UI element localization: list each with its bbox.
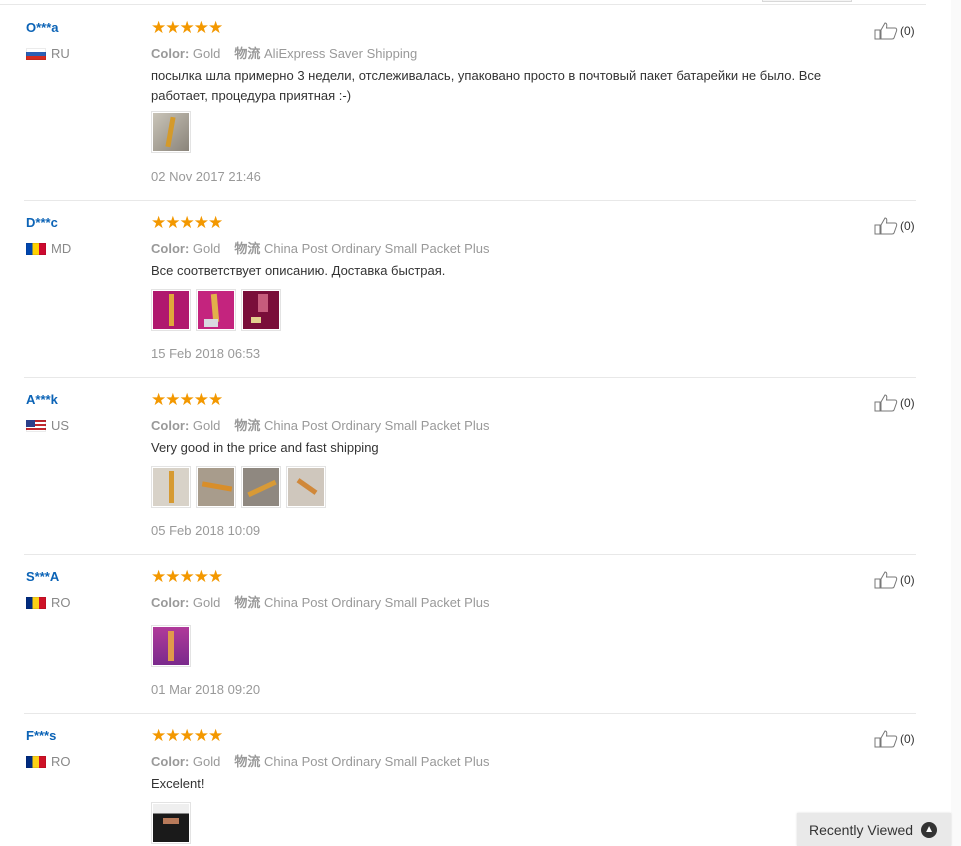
review-photos — [151, 802, 196, 844]
review-date: 02 Nov 2017 21:46 — [151, 169, 261, 184]
order-meta: Color: Gold 物流 China Post Ordinary Small … — [151, 751, 489, 770]
helpful-count: (0) — [900, 573, 915, 587]
recently-viewed-button[interactable]: Recently Viewed ▲ — [797, 813, 951, 846]
reviewer-name[interactable]: F***s — [26, 728, 56, 743]
helpful-button[interactable]: (0) — [874, 22, 915, 40]
helpful-button[interactable]: (0) — [874, 571, 915, 589]
color-label: Color: — [151, 241, 190, 256]
shipping-label: 物流 — [234, 595, 261, 610]
review-photos — [151, 111, 196, 153]
reviewer-name[interactable]: A***k — [26, 392, 58, 407]
chevron-up-icon: ▲ — [921, 821, 938, 838]
color-value: Gold — [192, 241, 221, 256]
shipping-value: AliExpress Saver Shipping — [264, 46, 418, 61]
review-photo[interactable] — [241, 289, 281, 331]
top-partial-button[interactable] — [762, 0, 852, 2]
country-code: RU — [51, 46, 70, 61]
shipping-label: 物流 — [234, 418, 261, 433]
reviewer-name[interactable]: D***c — [26, 215, 58, 230]
helpful-count: (0) — [900, 396, 915, 410]
order-meta: Color: Gold 物流 China Post Ordinary Small … — [151, 415, 489, 434]
review-photo[interactable] — [196, 289, 236, 331]
shipping-label: 物流 — [234, 754, 261, 769]
thumbs-up-icon — [874, 394, 898, 412]
review-photos — [151, 466, 331, 508]
review-text: Все соответствует описанию. Доставка быс… — [151, 263, 446, 278]
color-value: Gold — [192, 595, 221, 610]
review-divider — [24, 200, 916, 201]
flag-ro-icon — [26, 755, 46, 768]
flag-md-icon — [26, 242, 46, 255]
color-label: Color: — [151, 754, 190, 769]
color-value: Gold — [192, 46, 221, 61]
reviewer-name[interactable]: O***a — [26, 20, 59, 35]
review-divider — [24, 377, 916, 378]
review-divider — [24, 554, 916, 555]
helpful-count: (0) — [900, 732, 915, 746]
thumbs-up-icon — [874, 22, 898, 40]
thumbs-up-icon — [874, 217, 898, 235]
review-photos — [151, 625, 196, 667]
shipping-value: China Post Ordinary Small Packet Plus — [264, 241, 490, 256]
recently-viewed-label: Recently Viewed — [809, 821, 914, 838]
flag-us-icon — [26, 419, 46, 432]
review-photo[interactable] — [151, 466, 191, 508]
review-photo[interactable] — [196, 466, 236, 508]
color-label: Color: — [151, 418, 190, 433]
order-meta: Color: Gold 物流 AliExpress Saver Shipping — [151, 43, 417, 62]
thumbs-up-icon — [874, 730, 898, 748]
star-rating: ★★★★★ — [151, 390, 223, 409]
reviewer-country: RO — [26, 595, 71, 610]
reviewer-name[interactable]: S***A — [26, 569, 59, 584]
helpful-button[interactable]: (0) — [874, 394, 915, 412]
star-rating: ★★★★★ — [151, 213, 223, 232]
color-value: Gold — [192, 418, 221, 433]
helpful-count: (0) — [900, 219, 915, 233]
review-photo[interactable] — [286, 466, 326, 508]
order-meta: Color: Gold 物流 China Post Ordinary Small … — [151, 238, 489, 257]
helpful-count: (0) — [900, 24, 915, 38]
helpful-button[interactable]: (0) — [874, 730, 915, 748]
order-meta: Color: Gold 物流 China Post Ordinary Small … — [151, 592, 489, 611]
reviewer-country: RO — [26, 754, 71, 769]
country-code: US — [51, 418, 70, 433]
review-text: посылка шла примерно 3 недели, отслежива… — [151, 68, 822, 103]
review-date: 01 Mar 2018 09:20 — [151, 682, 261, 697]
review-photo[interactable] — [151, 625, 191, 667]
review-date: 05 Feb 2018 10:09 — [151, 523, 261, 538]
reviewer-country: RU — [26, 46, 70, 61]
flag-ro-icon — [26, 596, 46, 609]
star-rating: ★★★★★ — [151, 18, 223, 37]
review-text: Excelent! — [151, 776, 205, 791]
shipping-label: 物流 — [234, 46, 261, 61]
shipping-value: China Post Ordinary Small Packet Plus — [264, 754, 490, 769]
shipping-value: China Post Ordinary Small Packet Plus — [264, 595, 490, 610]
star-rating: ★★★★★ — [151, 726, 223, 745]
review-divider — [24, 713, 916, 714]
reviewer-country: US — [26, 418, 69, 433]
shipping-label: 物流 — [234, 241, 261, 256]
color-label: Color: — [151, 46, 190, 61]
review-photo[interactable] — [151, 289, 191, 331]
page-scrollbar[interactable] — [951, 0, 961, 846]
country-code: RO — [51, 595, 71, 610]
review-photos — [151, 289, 286, 331]
country-code: RO — [51, 754, 71, 769]
reviewer-country: MD — [26, 241, 71, 256]
top-divider — [0, 4, 926, 5]
thumbs-up-icon — [874, 571, 898, 589]
review-text: Very good in the price and fast shipping — [151, 440, 379, 455]
shipping-value: China Post Ordinary Small Packet Plus — [264, 418, 490, 433]
country-code: MD — [51, 241, 72, 256]
color-label: Color: — [151, 595, 190, 610]
review-photo[interactable] — [241, 466, 281, 508]
review-photo[interactable] — [151, 802, 191, 844]
flag-ru-icon — [26, 47, 46, 60]
helpful-button[interactable]: (0) — [874, 217, 915, 235]
review-photo[interactable] — [151, 111, 191, 153]
star-rating: ★★★★★ — [151, 567, 223, 586]
color-value: Gold — [192, 754, 221, 769]
review-date: 15 Feb 2018 06:53 — [151, 346, 261, 361]
